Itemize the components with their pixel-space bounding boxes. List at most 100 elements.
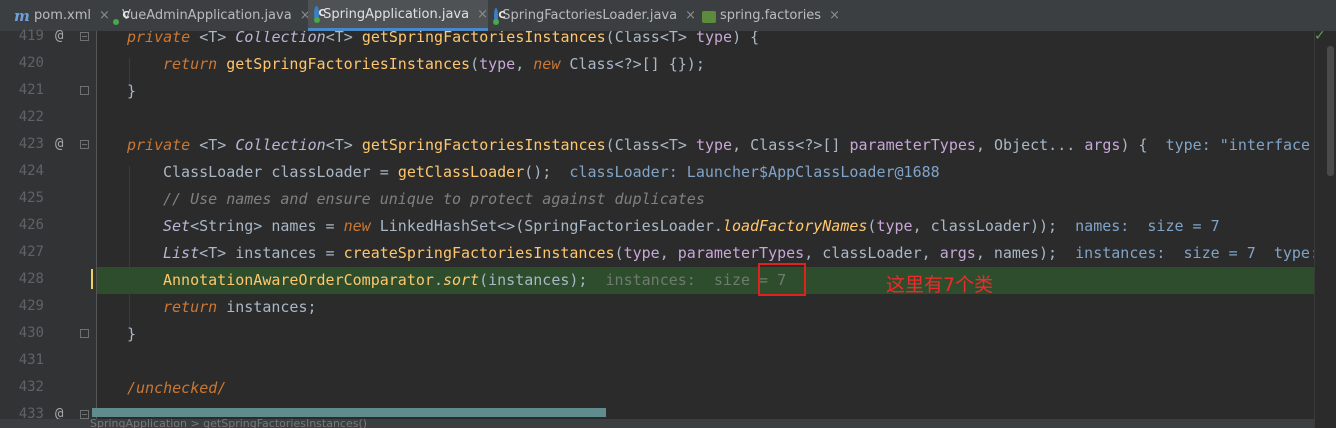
class-icon <box>314 6 330 23</box>
fold-toggle-icon[interactable] <box>80 410 89 419</box>
code-line-426[interactable]: Set<String> names = new LinkedHashSet<>(… <box>97 213 1314 240</box>
close-icon[interactable]: × <box>829 8 840 23</box>
line-number[interactable]: 424 <box>0 163 44 179</box>
code-token: <T> <box>199 244 227 262</box>
line-number[interactable]: 427 <box>0 244 44 260</box>
keyword-return: return <box>163 298 218 316</box>
line-number[interactable]: 426 <box>0 217 44 233</box>
method-name: createSpringFactoriesInstances <box>343 244 615 262</box>
code-token: Collection <box>235 136 326 154</box>
param-token: args <box>1084 136 1121 154</box>
code-token: , Object... <box>975 136 1085 154</box>
tab-springapplication[interactable]: SpringApplication.java × <box>308 0 488 31</box>
code-line-421[interactable]: } <box>97 78 1314 105</box>
close-icon[interactable]: × <box>99 8 110 23</box>
properties-icon <box>702 10 716 23</box>
code-comment: // Use names and ensure unique to protec… <box>163 190 705 208</box>
code-token: ( <box>605 136 615 154</box>
editor-tab-bar: m pom.xml × VueAdminApplication.java × S… <box>0 0 1336 32</box>
code-line-432[interactable]: /unchecked/ <box>97 375 1314 402</box>
code-token: LinkedHashSet<>(SpringFactoriesLoader. <box>370 217 723 235</box>
fold-toggle-icon[interactable] <box>80 32 89 41</box>
static-method-name: sort <box>442 271 480 289</box>
code-token: <T> <box>659 136 687 154</box>
tab-label: SpringFactoriesLoader.java <box>502 8 678 23</box>
debug-inline-value[interactable]: classLoader: Launcher$AppClassLoader@168… <box>569 163 939 181</box>
fold-toggle-icon[interactable] <box>80 140 89 149</box>
code-token: ( <box>614 244 624 262</box>
close-icon[interactable]: × <box>685 8 696 23</box>
vertical-scrollbar-thumb[interactable] <box>1327 46 1334 176</box>
code-line-419[interactable]: private <T> Collection<T> getSpringFacto… <box>97 31 1314 51</box>
line-number[interactable]: 430 <box>0 325 44 341</box>
tab-label: pom.xml <box>34 8 91 23</box>
line-number[interactable]: 429 <box>0 298 44 314</box>
code-line-423[interactable]: private <T> Collection<T> getSpringFacto… <box>97 132 1314 159</box>
code-token: <T> <box>325 31 353 46</box>
code-editor[interactable]: private <T> Collection<T> getSpringFacto… <box>97 31 1314 428</box>
code-line-429[interactable]: return instances; <box>97 294 1314 321</box>
class-icon <box>493 7 511 25</box>
code-token: , <box>659 244 678 262</box>
code-token: Class<?>[] {}); <box>569 55 705 73</box>
line-number[interactable]: 423 <box>0 136 44 152</box>
line-number[interactable]: 419 <box>0 28 44 44</box>
code-token: , classLoader)); <box>912 217 1058 235</box>
line-number[interactable]: 420 <box>0 55 44 71</box>
code-token: , <box>515 55 534 73</box>
close-icon[interactable]: × <box>477 7 488 22</box>
tab-spring-factories[interactable]: spring.factories × <box>696 0 844 31</box>
fold-end-icon[interactable] <box>80 329 89 338</box>
code-token: <T> <box>199 136 227 154</box>
code-line-424[interactable]: ClassLoader classLoader = getClassLoader… <box>97 159 1314 186</box>
tab-label: VueAdminApplication.java <box>122 8 292 23</box>
code-token: names = <box>262 217 344 235</box>
override-marker-icon[interactable]: @ <box>55 136 63 152</box>
code-token: instances = <box>226 244 344 262</box>
code-line-425[interactable]: // Use names and ensure unique to protec… <box>97 186 1314 213</box>
fold-end-icon[interactable] <box>80 86 89 95</box>
code-token: Class <box>614 31 660 46</box>
param-token: type <box>876 217 913 235</box>
line-number[interactable]: 432 <box>0 379 44 395</box>
code-token: <T> <box>199 31 227 46</box>
override-marker-icon[interactable]: @ <box>55 28 63 44</box>
keyword-new: new <box>343 217 371 235</box>
code-line-428-current-execution[interactable]: AnnotationAwareOrderComparator.sort(inst… <box>97 267 1314 294</box>
param-token: type <box>695 136 733 154</box>
code-token: } <box>127 325 137 343</box>
maven-icon: m <box>14 6 30 25</box>
param-token: parameterTypes <box>677 244 805 262</box>
debug-inline-value[interactable]: instances: size = 7 type: " <box>1075 244 1314 262</box>
code-token: <T> <box>659 31 687 46</box>
code-token: <String> <box>190 217 263 235</box>
line-number[interactable]: 428 <box>0 271 44 287</box>
tab-pom-xml[interactable]: m pom.xml × <box>8 0 112 31</box>
code-line-430[interactable]: } <box>97 321 1314 348</box>
method-name: getClassLoader <box>397 163 525 181</box>
keyword-return: return <box>163 55 218 73</box>
code-token: Set <box>163 217 191 235</box>
debug-inline-value[interactable]: type: "interface o <box>1166 136 1314 154</box>
horizontal-scrollbar[interactable] <box>92 408 606 417</box>
tab-vueadminapplication[interactable]: VueAdminApplication.java × <box>112 0 311 31</box>
tab-springfactoriesloader[interactable]: SpringFactoriesLoader.java × <box>488 0 696 31</box>
line-number[interactable]: 422 <box>0 109 44 125</box>
highlight-box <box>758 263 806 296</box>
code-line-427[interactable]: List<T> instances = createSpringFactorie… <box>97 240 1314 267</box>
tab-label: spring.factories <box>720 8 822 23</box>
debug-inline-value[interactable]: names: size = 7 <box>1075 217 1220 235</box>
code-token: /unchecked/ <box>127 379 227 397</box>
inspection-ok-icon[interactable]: ✓ <box>1314 28 1326 44</box>
breadcrumb[interactable]: SpringApplication > getSpringFactoriesIn… <box>0 419 1336 428</box>
code-line-420[interactable]: return getSpringFactoriesInstances(type,… <box>97 51 1314 78</box>
code-token: Collection <box>235 31 326 46</box>
line-number[interactable]: 425 <box>0 190 44 206</box>
code-token: } <box>127 82 137 100</box>
param-token: type <box>479 55 516 73</box>
code-token: Class <box>614 136 660 154</box>
code-token: ) { <box>1120 136 1148 154</box>
text-caret <box>91 269 93 289</box>
line-number[interactable]: 431 <box>0 352 44 368</box>
line-number[interactable]: 421 <box>0 82 44 98</box>
